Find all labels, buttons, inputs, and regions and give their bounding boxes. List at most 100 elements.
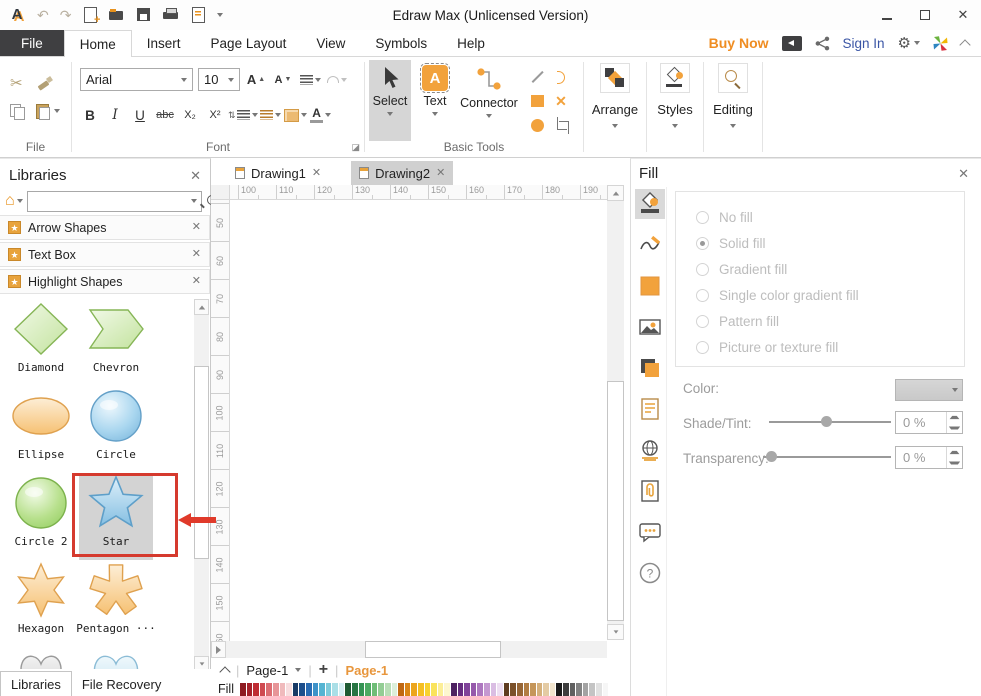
color-swatch[interactable] xyxy=(240,683,246,696)
erase-tool-icon[interactable]: ✕ xyxy=(555,94,567,108)
color-swatch[interactable] xyxy=(332,683,338,696)
fill-option-radio[interactable]: Picture or texture fill xyxy=(696,334,964,360)
color-swatch[interactable] xyxy=(326,683,332,696)
color-swatch[interactable] xyxy=(583,683,589,696)
page-selector-dropdown-icon[interactable] xyxy=(295,668,301,672)
fill-panel-close-icon[interactable]: ✕ xyxy=(958,167,969,180)
minimize-button[interactable] xyxy=(879,8,895,23)
color-swatch[interactable] xyxy=(286,683,292,696)
paste-button[interactable] xyxy=(36,103,70,119)
color-swatch[interactable] xyxy=(247,683,253,696)
collapse-ribbon-icon[interactable] xyxy=(959,39,970,50)
color-swatch[interactable] xyxy=(543,683,549,696)
search-dropdown-icon[interactable] xyxy=(191,199,197,203)
transparency-slider[interactable] xyxy=(763,450,891,464)
color-swatch[interactable] xyxy=(451,683,457,696)
color-swatch[interactable] xyxy=(477,683,483,696)
tab-symbols[interactable]: Symbols xyxy=(360,30,442,56)
transparency-spinbox[interactable]: 0 % xyxy=(895,446,963,469)
picture-icon[interactable] xyxy=(635,312,665,342)
align-button[interactable] xyxy=(299,69,321,91)
shade-tint-spinbox[interactable]: 0 % xyxy=(895,411,963,434)
bullets-button[interactable] xyxy=(259,103,283,127)
quick-color-icon[interactable] xyxy=(635,271,665,301)
color-swatch[interactable] xyxy=(438,683,444,696)
tab-page-layout[interactable]: Page Layout xyxy=(196,30,302,56)
color-swatch[interactable] xyxy=(313,683,319,696)
presentation-icon[interactable] xyxy=(782,36,802,51)
shape-hexagon[interactable]: Hexagon xyxy=(4,560,78,647)
section-close-icon[interactable]: ✕ xyxy=(192,222,201,233)
font-size-combobox[interactable]: 10 xyxy=(198,68,240,91)
color-swatch[interactable] xyxy=(260,683,266,696)
color-swatch[interactable] xyxy=(603,683,609,696)
arrange-button[interactable]: Arrange xyxy=(584,63,646,128)
spin-down-icon[interactable] xyxy=(947,423,962,434)
doc-tab-close-icon[interactable]: ✕ xyxy=(312,168,321,179)
color-swatch[interactable] xyxy=(273,683,279,696)
shape-diamond[interactable]: Diamond xyxy=(4,299,78,386)
crop-tool-icon[interactable] xyxy=(555,119,568,132)
fill-option-radio[interactable]: Single color gradient fill xyxy=(696,282,964,308)
color-swatch[interactable] xyxy=(339,683,345,696)
color-swatch[interactable] xyxy=(431,683,437,696)
save-icon[interactable] xyxy=(136,7,152,23)
scroll-up-button[interactable] xyxy=(194,299,209,315)
ellipse-tool-icon[interactable] xyxy=(531,119,544,132)
cut-icon[interactable]: ✂ xyxy=(10,74,36,92)
spin-down-icon[interactable] xyxy=(947,458,962,469)
fill-option-radio[interactable]: Pattern fill xyxy=(696,308,964,334)
color-swatch[interactable] xyxy=(537,683,543,696)
shade-tint-slider[interactable] xyxy=(769,415,891,429)
color-swatch[interactable] xyxy=(345,683,351,696)
color-swatch[interactable] xyxy=(471,683,477,696)
tab-help[interactable]: Help xyxy=(442,30,500,56)
color-swatch[interactable] xyxy=(589,683,595,696)
help-icon[interactable]: ? xyxy=(635,558,665,588)
underline-button[interactable]: U xyxy=(128,103,152,127)
color-swatch[interactable] xyxy=(378,683,384,696)
maximize-button[interactable] xyxy=(917,8,933,23)
section-arrow-shapes[interactable]: ★ Arrow Shapes ✕ xyxy=(0,215,210,240)
arc-text-button[interactable] xyxy=(326,69,348,91)
arc-tool-icon[interactable] xyxy=(557,71,565,84)
color-swatch[interactable] xyxy=(517,683,523,696)
color-swatch[interactable] xyxy=(280,683,286,696)
color-swatch[interactable] xyxy=(411,683,417,696)
rectangle-tool-icon[interactable] xyxy=(531,95,544,107)
shape-circle-2[interactable]: Circle 2 xyxy=(4,473,78,560)
page-setup-icon[interactable] xyxy=(635,394,665,424)
line-tab-icon[interactable] xyxy=(635,230,665,260)
section-text-box[interactable]: ★ Text Box ✕ xyxy=(0,242,210,267)
attachment-icon[interactable] xyxy=(635,476,665,506)
font-family-combobox[interactable]: Arial xyxy=(80,68,193,91)
color-swatch[interactable] xyxy=(524,683,530,696)
drawing-surface[interactable] xyxy=(230,200,607,645)
color-swatch[interactable] xyxy=(504,683,510,696)
new-file-icon[interactable] xyxy=(82,7,98,23)
bottom-tab-file-recovery[interactable]: File Recovery xyxy=(72,671,171,696)
connector-tool-button[interactable]: Connector xyxy=(457,60,521,141)
color-swatch[interactable] xyxy=(458,683,464,696)
tab-home[interactable]: Home xyxy=(64,30,132,57)
color-swatch[interactable] xyxy=(570,683,576,696)
print-icon[interactable] xyxy=(163,7,179,23)
color-swatch[interactable] xyxy=(418,683,424,696)
horizontal-scrollbar[interactable] xyxy=(211,641,607,658)
export-icon[interactable] xyxy=(190,7,206,23)
settings-button[interactable]: ⚙ xyxy=(898,34,920,52)
libraries-close-icon[interactable]: ✕ xyxy=(190,169,201,182)
spin-up-icon[interactable] xyxy=(947,412,962,423)
color-swatch[interactable] xyxy=(306,683,312,696)
shadow-icon[interactable] xyxy=(635,353,665,383)
doc-tab-close-icon[interactable]: ✕ xyxy=(436,168,445,179)
copy-icon[interactable] xyxy=(10,104,25,119)
redo-icon[interactable]: ↷ xyxy=(60,7,72,24)
color-swatch[interactable] xyxy=(392,683,398,696)
color-swatch[interactable] xyxy=(576,683,582,696)
color-swatch[interactable] xyxy=(405,683,411,696)
editing-button[interactable]: Editing xyxy=(704,63,762,128)
fill-option-radio[interactable]: No fill xyxy=(696,204,964,230)
section-highlight-shapes[interactable]: ★ Highlight Shapes ✕ xyxy=(0,269,210,294)
line-spacing-button[interactable]: ⇅ xyxy=(228,103,258,127)
